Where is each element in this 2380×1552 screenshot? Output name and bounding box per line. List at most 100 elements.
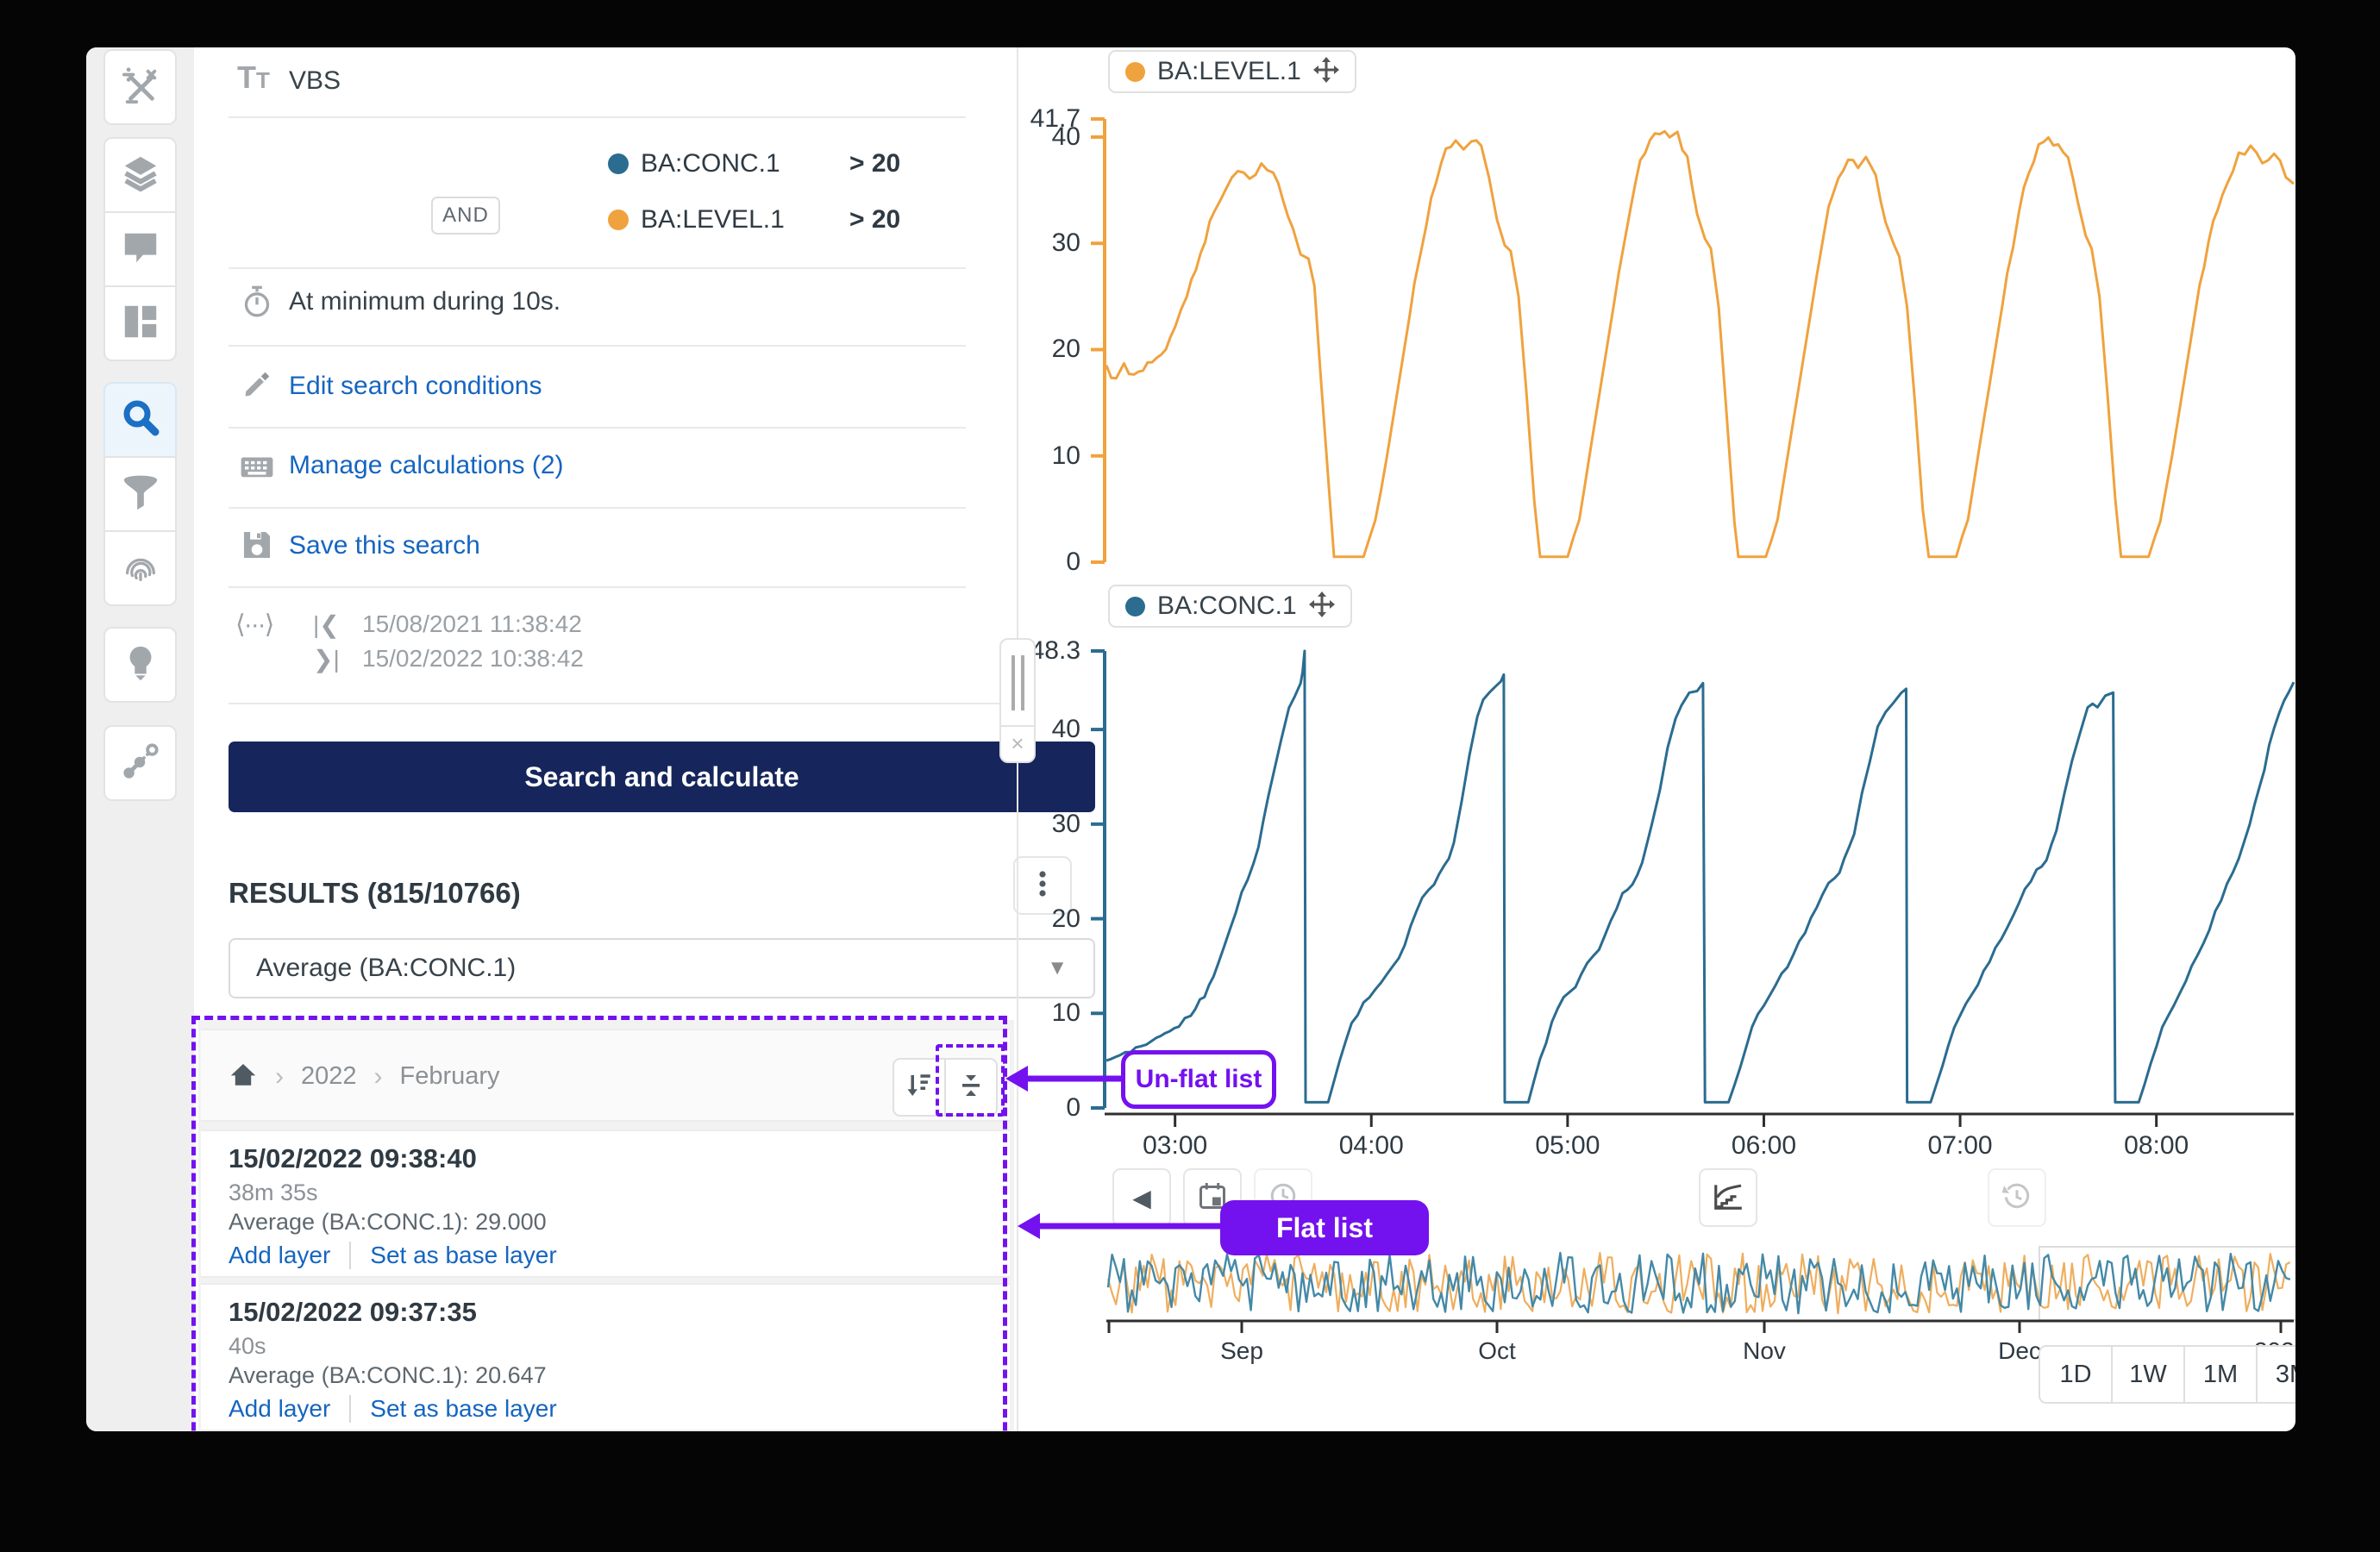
add-layer-link[interactable]: Add layer bbox=[229, 1395, 330, 1423]
result-duration: 38m 35s bbox=[229, 1180, 318, 1206]
results-list: › 2022 › February 15/02/2022 09:38:40 38… bbox=[198, 1020, 1014, 1431]
fingerprint-button[interactable] bbox=[103, 530, 177, 606]
result-item[interactable]: 15/02/2022 09:37:35 40s Average (BA:CONC… bbox=[201, 1283, 1010, 1431]
search-and-calculate-button[interactable]: Search and calculate bbox=[229, 742, 1095, 812]
set-base-layer-link[interactable]: Set as base layer bbox=[370, 1395, 556, 1423]
condition-tag: BA:CONC.1 bbox=[641, 149, 780, 178]
recommendations-button[interactable] bbox=[103, 627, 177, 703]
calculator-icon bbox=[121, 66, 160, 110]
metric-dropdown-value: Average (BA:CONC.1) bbox=[256, 954, 516, 983]
results-breadcrumb-bar: › 2022 › February bbox=[201, 1029, 1010, 1122]
zoom-preset-3m[interactable]: 3M bbox=[2256, 1345, 2295, 1404]
and-operator-chip: AND bbox=[431, 197, 500, 235]
history-icon bbox=[2001, 1180, 2032, 1216]
breadcrumb-year[interactable]: 2022 bbox=[301, 1062, 357, 1091]
trend-style-icon bbox=[1712, 1180, 1744, 1217]
search-icon bbox=[120, 397, 161, 443]
range-end-value: 15/02/2022 10:38:42 bbox=[362, 645, 584, 673]
zoom-preset-group: 1D1W1M3M6M1YALL bbox=[2039, 1345, 2295, 1404]
result-timestamp: 15/02/2022 09:37:35 bbox=[229, 1297, 477, 1328]
formulas-button[interactable] bbox=[103, 49, 177, 125]
link-divider bbox=[349, 1242, 351, 1269]
series-color-dot bbox=[1125, 62, 1145, 82]
text-search-type-icon: TT bbox=[237, 59, 270, 96]
flatten-list-toggle-button[interactable] bbox=[944, 1058, 998, 1117]
zoom-preset-1d[interactable]: 1D bbox=[2039, 1345, 2113, 1404]
series-legend-level[interactable]: BA:LEVEL.1 bbox=[1108, 50, 1356, 93]
lightbulb-icon bbox=[121, 643, 160, 687]
layers-button[interactable] bbox=[103, 137, 177, 213]
unflat-list-annotation: Un-flat list bbox=[1121, 1050, 1276, 1109]
range-start-icon: |❮ bbox=[313, 610, 340, 639]
impact-analysis-button[interactable] bbox=[103, 725, 177, 801]
overview-strip[interactable] bbox=[2039, 1246, 2295, 1321]
result-metric: Average (BA:CONC.1): 29.000 bbox=[229, 1209, 547, 1236]
result-duration: 40s bbox=[229, 1333, 266, 1360]
pan-left-button[interactable]: ◀ bbox=[1112, 1168, 1171, 1227]
tag-color-dot bbox=[608, 153, 629, 174]
drag-handle-icon bbox=[1001, 655, 1034, 714]
add-layer-link[interactable]: Add layer bbox=[229, 1242, 330, 1269]
search-name: VBS bbox=[289, 66, 341, 96]
comments-button[interactable] bbox=[103, 211, 177, 287]
range-end-icon: ❯| bbox=[313, 645, 340, 673]
metric-dropdown[interactable]: Average (BA:CONC.1) ▼ bbox=[229, 938, 1095, 998]
home-icon[interactable] bbox=[229, 1060, 258, 1093]
layers-icon bbox=[121, 153, 160, 197]
chevron-left-icon: ◀ bbox=[1132, 1184, 1151, 1212]
save-this-search-link[interactable]: Save this search bbox=[289, 531, 480, 560]
chart-zone: BA:LEVEL.1 BA:CONC.1 ◀ 8 hours bbox=[1018, 47, 2295, 1431]
breadcrumb-month[interactable]: February bbox=[400, 1062, 500, 1091]
condition-tag: BA:LEVEL.1 bbox=[641, 205, 785, 235]
pencil-icon bbox=[237, 368, 277, 405]
breadcrumb-chevron-icon: › bbox=[258, 1062, 301, 1092]
close-icon: × bbox=[1011, 730, 1024, 757]
manage-calculations-link[interactable]: Manage calculations (2) bbox=[289, 451, 564, 480]
screenshot-canvas: TT VBS BA:CONC.1 > 20 AND BA:LEVEL.1 > 2… bbox=[0, 0, 2380, 1552]
impact-icon bbox=[121, 742, 160, 785]
duration-condition: At minimum during 10s. bbox=[289, 287, 561, 316]
flat-list-annotation: Flat list bbox=[1220, 1200, 1429, 1255]
dashboard-button[interactable] bbox=[103, 285, 177, 361]
zoom-preset-1w[interactable]: 1W bbox=[2111, 1345, 2185, 1404]
fingerprint-icon bbox=[121, 547, 160, 591]
breadcrumb-chevron-icon: › bbox=[357, 1062, 400, 1092]
stopwatch-icon bbox=[237, 285, 277, 323]
edit-search-conditions-link[interactable]: Edit search conditions bbox=[289, 372, 542, 401]
comment-icon bbox=[121, 228, 160, 272]
time-range-icon: ⟨···⟩ bbox=[235, 610, 272, 640]
condition-comparator: > 20 bbox=[849, 149, 900, 178]
condition-row[interactable]: BA:CONC.1 bbox=[608, 149, 780, 178]
history-button[interactable] bbox=[1988, 1168, 2046, 1227]
results-title: RESULTS (815/10766) bbox=[229, 877, 521, 910]
series-name: BA:LEVEL.1 bbox=[1157, 57, 1301, 86]
chart-style-button[interactable] bbox=[1699, 1168, 1757, 1227]
sort-descending-icon bbox=[905, 1071, 934, 1105]
filter-button[interactable] bbox=[103, 456, 177, 532]
search-panel: TT VBS BA:CONC.1 > 20 AND BA:LEVEL.1 > 2… bbox=[194, 47, 1018, 1431]
collapse-panel-button[interactable]: × bbox=[1001, 725, 1034, 760]
move-icon bbox=[1309, 591, 1335, 622]
flatten-icon bbox=[957, 1071, 985, 1105]
result-item[interactable]: 15/02/2022 09:38:40 38m 35s Average (BA:… bbox=[201, 1130, 1010, 1278]
result-timestamp: 15/02/2022 09:38:40 bbox=[229, 1143, 477, 1174]
link-divider bbox=[349, 1395, 351, 1423]
sort-results-button[interactable] bbox=[892, 1058, 946, 1117]
series-name: BA:CONC.1 bbox=[1157, 591, 1297, 621]
tag-color-dot bbox=[608, 210, 629, 230]
search-tab-button[interactable] bbox=[103, 382, 177, 458]
dashboard-icon bbox=[121, 302, 160, 346]
set-base-layer-link[interactable]: Set as base layer bbox=[370, 1242, 556, 1269]
zoom-preset-1m[interactable]: 1M bbox=[2183, 1345, 2258, 1404]
condition-row[interactable]: BA:LEVEL.1 bbox=[608, 205, 785, 235]
filter-icon bbox=[121, 472, 160, 516]
series-color-dot bbox=[1125, 597, 1145, 616]
condition-comparator: > 20 bbox=[849, 205, 900, 235]
keyboard-icon bbox=[237, 448, 277, 489]
icon-rail bbox=[86, 47, 194, 1431]
move-icon bbox=[1313, 57, 1339, 87]
range-start-value: 15/08/2021 11:38:42 bbox=[362, 610, 582, 638]
series-legend-conc[interactable]: BA:CONC.1 bbox=[1108, 585, 1352, 628]
panel-resize-handle[interactable]: × bbox=[999, 638, 1036, 763]
app-window: TT VBS BA:CONC.1 > 20 AND BA:LEVEL.1 > 2… bbox=[86, 47, 2295, 1431]
